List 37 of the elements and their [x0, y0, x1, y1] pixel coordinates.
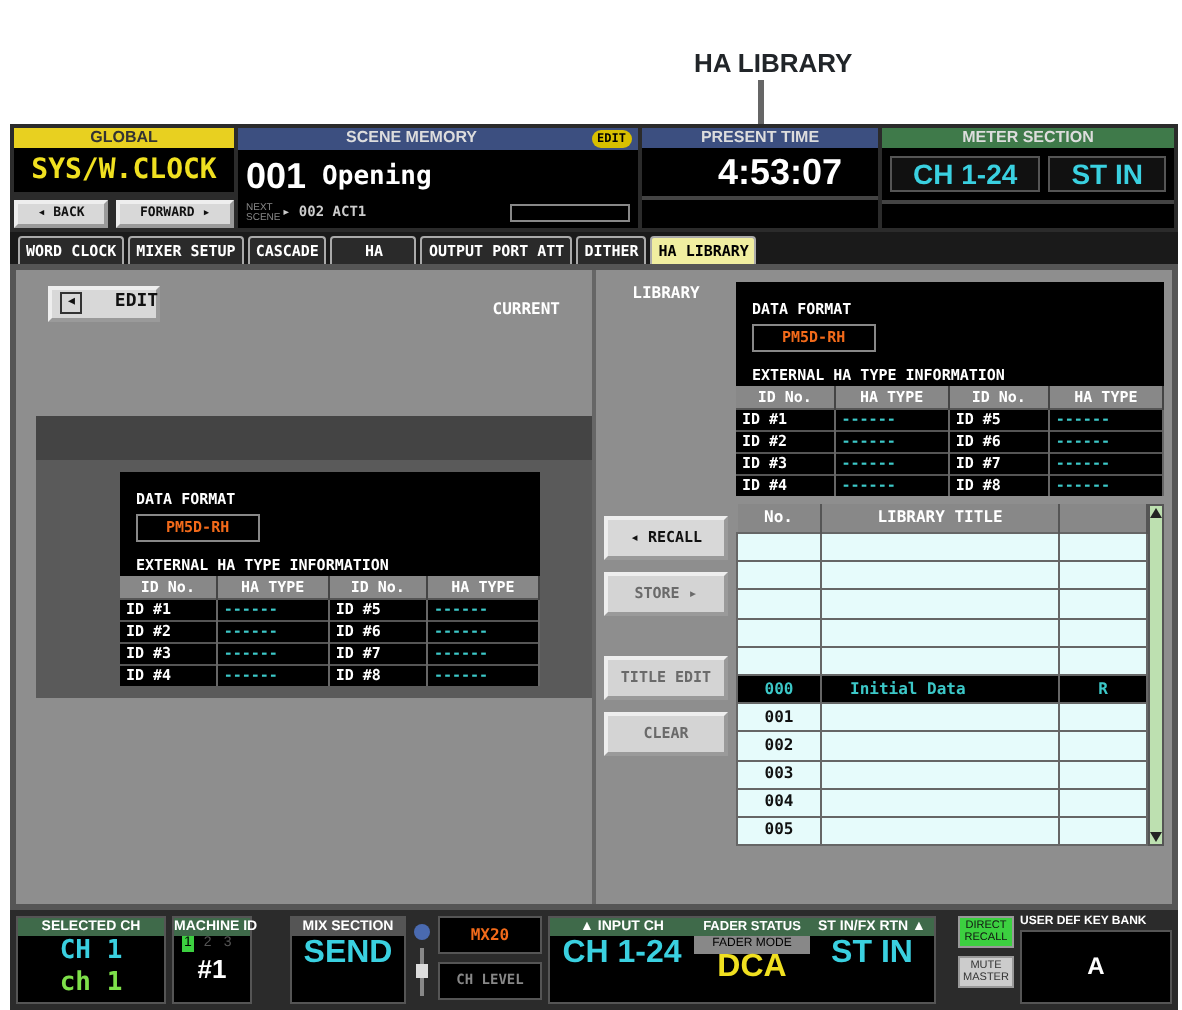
scrollbar[interactable] [1148, 504, 1164, 847]
library-number[interactable]: 005 [737, 816, 821, 846]
channel-name: ch 1 [57, 968, 125, 1000]
meter-button[interactable]: ST IN [1048, 156, 1167, 192]
present-time: 4:53:07 [642, 148, 878, 196]
library-number[interactable]: 003 [737, 760, 821, 789]
edit-button[interactable]: ◂ EDIT [48, 286, 160, 321]
mix-section-value: SEND [301, 936, 395, 972]
library-label: LIBRARY [630, 282, 702, 306]
knob-fader-icon [412, 920, 432, 1000]
library-number[interactable]: 002 [737, 731, 821, 760]
key-bank-value: A [1020, 929, 1172, 1004]
section-header: GLOBAL [14, 128, 234, 148]
leader-line [758, 80, 764, 124]
channel-label: CH 1 [57, 936, 125, 968]
section-header: METER SECTION [882, 128, 1174, 148]
global-title: SYS/W.CLOCK [14, 148, 234, 192]
library-flag[interactable]: R [1059, 674, 1147, 704]
library-number[interactable]: 001 [737, 703, 821, 732]
scene-number: 001 [246, 154, 307, 198]
machine-id: #1 [195, 952, 229, 988]
section-header: SCENE MEMORY [344, 128, 480, 150]
meter-button[interactable]: CH 1-24 [890, 156, 1041, 192]
current-label: CURRENT [492, 298, 560, 322]
library-title[interactable]: Initial Data [821, 674, 1059, 704]
library-number[interactable]: 004 [737, 788, 821, 817]
st-in-button[interactable]: ST IN [810, 936, 934, 972]
section-header: PRESENT TIME [642, 128, 878, 148]
column-header: LIBRARY TITLE [821, 504, 1059, 533]
callout-label: HA LIBRARY [694, 46, 853, 82]
scene-name: Opening [322, 160, 432, 196]
mix-bus-button[interactable]: MX20 [438, 916, 542, 954]
library-number[interactable]: 000 [737, 674, 821, 704]
input-channel-button[interactable]: CH 1-24 [550, 936, 694, 972]
fader-mode-value: DCA [715, 954, 789, 982]
scene-display [510, 204, 630, 222]
column-header: No. [737, 504, 821, 533]
